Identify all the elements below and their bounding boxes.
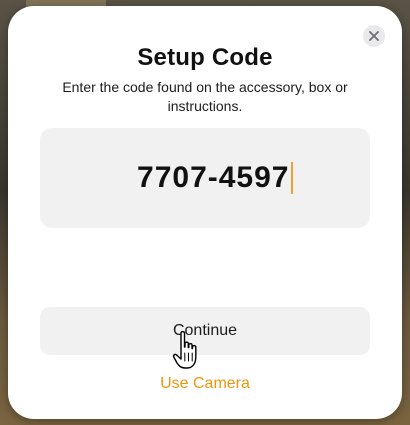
close-icon	[369, 31, 379, 41]
text-caret	[291, 162, 293, 194]
setup-code-field[interactable]: 7707-4597	[40, 128, 370, 228]
hand-pointer-icon	[172, 331, 197, 369]
dialog-subtitle: Enter the code found on the accessory, b…	[62, 79, 348, 114]
setup-code-dialog: Setup Code Enter the code found on the a…	[8, 6, 402, 419]
use-camera-label: Use Camera	[160, 375, 250, 392]
dialog-title: Setup Code	[137, 44, 273, 71]
continue-button[interactable]: Continue	[40, 307, 370, 355]
use-camera-link[interactable]: Use Camera	[8, 375, 402, 393]
setup-code-value: 7707-4597	[137, 161, 290, 194]
